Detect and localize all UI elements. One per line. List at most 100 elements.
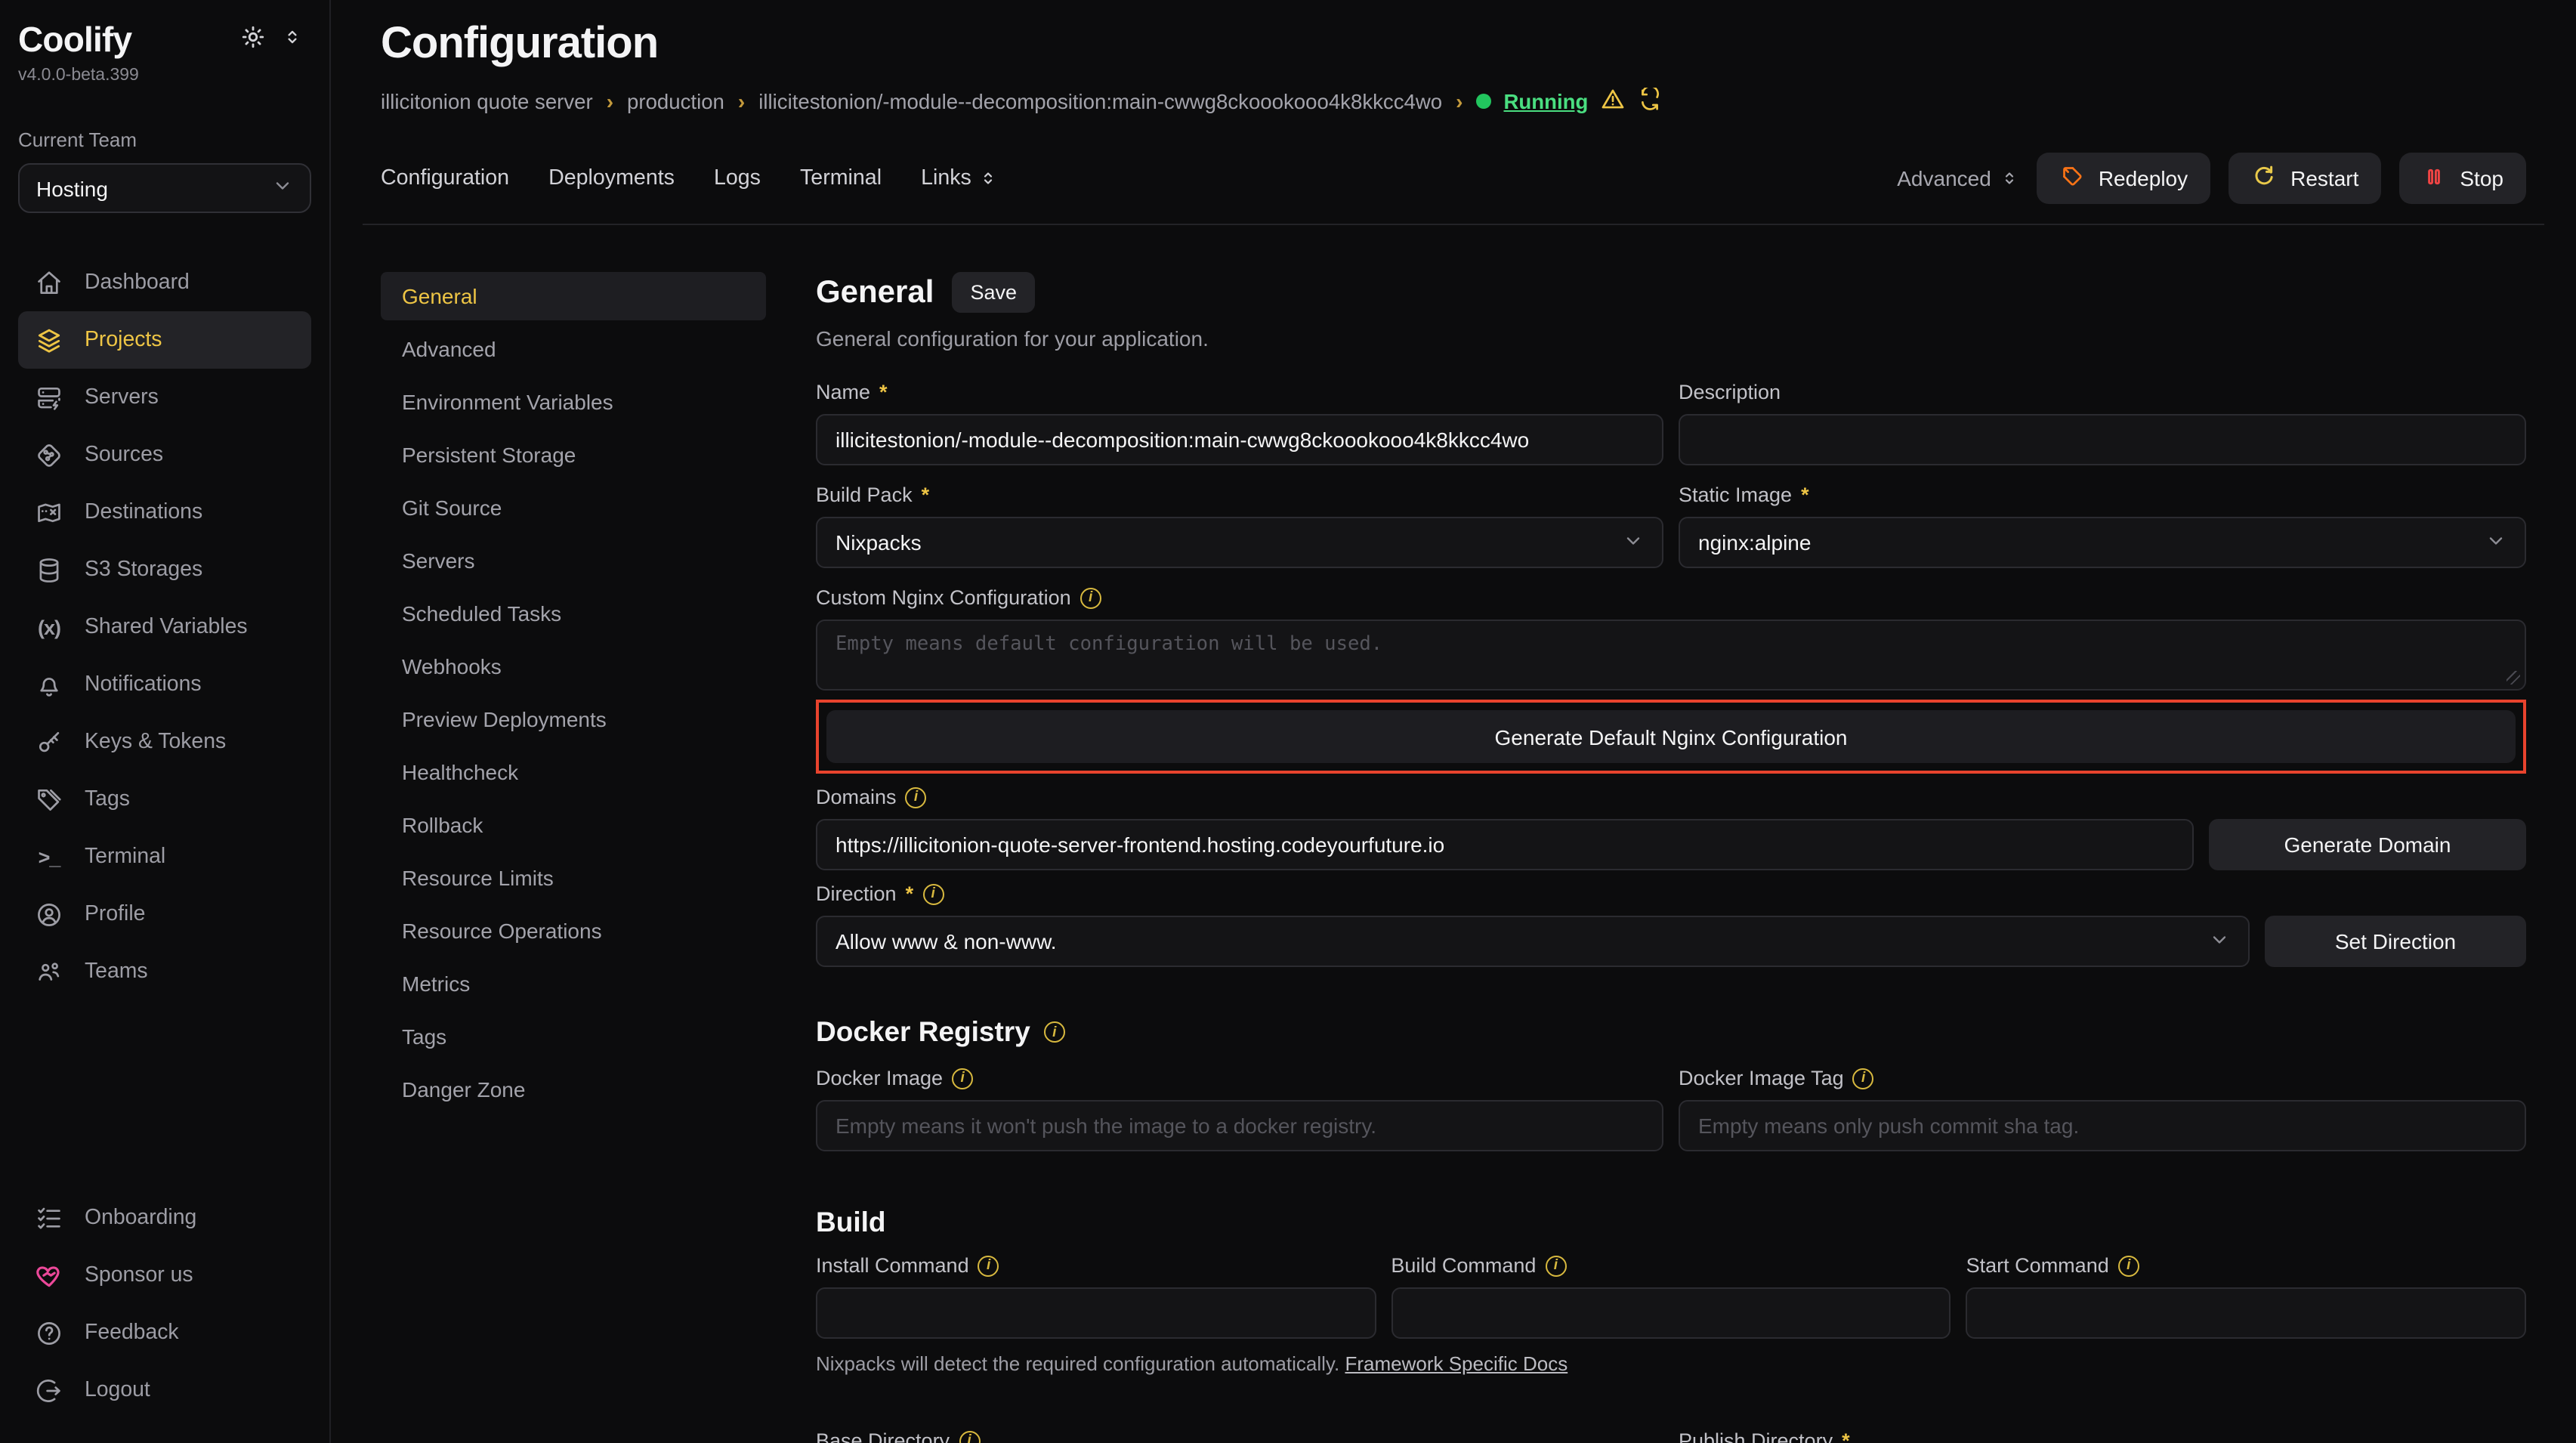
sidebar-item-projects[interactable]: Projects bbox=[18, 311, 311, 369]
build-command-input[interactable] bbox=[1391, 1287, 1951, 1339]
subnav-item-rollback[interactable]: Rollback bbox=[381, 801, 766, 849]
sidebar-item-label: Projects bbox=[85, 328, 162, 352]
resize-handle-icon[interactable] bbox=[2507, 671, 2520, 684]
chevron-down-icon bbox=[2209, 929, 2230, 954]
tab-configuration[interactable]: Configuration bbox=[381, 166, 509, 190]
info-icon: i bbox=[959, 1430, 980, 1443]
info-icon: i bbox=[978, 1255, 999, 1276]
generate-domain-button[interactable]: Generate Domain bbox=[2209, 819, 2526, 870]
warning-icon[interactable] bbox=[1600, 86, 1626, 116]
sidebar-item-logout[interactable]: Logout bbox=[18, 1361, 311, 1419]
main-area: Configuration illicitonion quote server … bbox=[331, 0, 2576, 1443]
map-icon bbox=[33, 498, 65, 527]
sidebar-item-feedback[interactable]: Feedback bbox=[18, 1304, 311, 1361]
status-indicator: Running bbox=[1477, 86, 1663, 116]
sidebar-item-teams[interactable]: Teams bbox=[18, 943, 311, 1000]
set-direction-button[interactable]: Set Direction bbox=[2265, 916, 2526, 967]
start-command-input[interactable] bbox=[1966, 1287, 2526, 1339]
tab-deployments[interactable]: Deployments bbox=[548, 166, 675, 190]
sidebar-item-tags[interactable]: Tags bbox=[18, 771, 311, 828]
subnav-item-servers[interactable]: Servers bbox=[381, 536, 766, 585]
sidebar-item-notifications[interactable]: Notifications bbox=[18, 656, 311, 713]
description-field: Description bbox=[1679, 381, 2526, 465]
subnav-item-git-source[interactable]: Git Source bbox=[381, 484, 766, 532]
subnav-item-danger-zone[interactable]: Danger Zone bbox=[381, 1065, 766, 1114]
sidebar-item-shared-variables[interactable]: (x) Shared Variables bbox=[18, 598, 311, 656]
sidebar-item-dashboard[interactable]: Dashboard bbox=[18, 254, 311, 311]
sidebar-item-profile[interactable]: Profile bbox=[18, 885, 311, 943]
subnav-item-general[interactable]: General bbox=[381, 272, 766, 320]
subnav-item-metrics[interactable]: Metrics bbox=[381, 959, 766, 1008]
general-section-header: General Save bbox=[816, 272, 2526, 313]
direction-select[interactable]: Allow www & non-www. bbox=[816, 916, 2250, 967]
subnav-item-resource-operations[interactable]: Resource Operations bbox=[381, 907, 766, 955]
theme-sun-icon[interactable] bbox=[240, 23, 266, 57]
sidebar-item-sponsor[interactable]: Sponsor us bbox=[18, 1247, 311, 1304]
build-pack-select[interactable]: Nixpacks bbox=[816, 517, 1663, 568]
tab-logs[interactable]: Logs bbox=[714, 166, 761, 190]
generate-nginx-config-button[interactable]: Generate Default Nginx Configuration bbox=[826, 710, 2516, 763]
breadcrumb-project[interactable]: illicitonion quote server bbox=[381, 90, 593, 113]
sidebar-item-keys-tokens[interactable]: Keys & Tokens bbox=[18, 713, 311, 771]
subnav-item-resource-limits[interactable]: Resource Limits bbox=[381, 854, 766, 902]
chevrons-up-down-icon bbox=[979, 169, 997, 187]
save-button[interactable]: Save bbox=[952, 272, 1035, 313]
sidebar-item-sources[interactable]: Sources bbox=[18, 426, 311, 484]
subnav-item-preview-deployments[interactable]: Preview Deployments bbox=[381, 695, 766, 743]
breadcrumb-application[interactable]: illicitestonion/-module--decomposition:m… bbox=[758, 90, 1442, 113]
nginx-config-textarea-wrap bbox=[816, 620, 2526, 691]
sidebar-item-label: Onboarding bbox=[85, 1206, 196, 1230]
redeploy-button[interactable]: Redeploy bbox=[2037, 153, 2210, 204]
annotation-highlight-box: Generate Default Nginx Configuration bbox=[816, 700, 2526, 774]
framework-docs-link[interactable]: Framework Specific Docs bbox=[1345, 1352, 1568, 1375]
install-command-input[interactable] bbox=[816, 1287, 1376, 1339]
sidebar-item-servers[interactable]: Servers bbox=[18, 369, 311, 426]
sidebar-item-terminal[interactable]: >_ Terminal bbox=[18, 828, 311, 885]
static-image-value: nginx:alpine bbox=[1698, 530, 1811, 555]
description-input[interactable] bbox=[1679, 414, 2526, 465]
direction-row: Allow www & non-www. Set Direction bbox=[816, 916, 2526, 967]
tab-links[interactable]: Links bbox=[921, 166, 997, 190]
subnav-item-healthcheck[interactable]: Healthcheck bbox=[381, 748, 766, 796]
general-form: General Save General configuration for y… bbox=[816, 272, 2526, 1443]
page-title: Configuration bbox=[381, 20, 2526, 70]
name-input[interactable] bbox=[816, 414, 1663, 465]
sidebar-item-destinations[interactable]: Destinations bbox=[18, 484, 311, 541]
subnav-item-environment-variables[interactable]: Environment Variables bbox=[381, 378, 766, 426]
domains-input[interactable] bbox=[816, 819, 2194, 870]
tab-terminal[interactable]: Terminal bbox=[800, 166, 882, 190]
subnav-item-persistent-storage[interactable]: Persistent Storage bbox=[381, 431, 766, 479]
team-select[interactable]: Hosting bbox=[18, 163, 311, 213]
direction-label: Direction * i bbox=[816, 882, 2526, 905]
breadcrumb-environment[interactable]: production bbox=[627, 90, 724, 113]
refresh-icon[interactable] bbox=[1638, 87, 1662, 116]
subnav-item-advanced[interactable]: Advanced bbox=[381, 325, 766, 373]
required-marker: * bbox=[1842, 1429, 1850, 1443]
sidebar-nav: Dashboard Projects Servers Sources bbox=[18, 254, 311, 1000]
chevrons-up-down-icon[interactable] bbox=[283, 26, 302, 54]
sidebar-item-onboarding[interactable]: Onboarding bbox=[18, 1189, 311, 1247]
direction-field: Direction * i Allow www & non-www. Set D… bbox=[816, 882, 2526, 967]
build-pack-field: Build Pack * Nixpacks bbox=[816, 484, 1663, 568]
subnav-item-scheduled-tasks[interactable]: Scheduled Tasks bbox=[381, 589, 766, 638]
status-badge[interactable]: Running bbox=[1504, 90, 1589, 113]
server-icon bbox=[33, 383, 65, 412]
docker-image-tag-input[interactable] bbox=[1679, 1100, 2526, 1151]
chevrons-up-down-icon bbox=[2000, 169, 2018, 187]
nginx-config-label: Custom Nginx Configuration i bbox=[816, 586, 2526, 609]
publish-directory-field: Publish Directory * bbox=[1679, 1429, 2526, 1443]
restart-button[interactable]: Restart bbox=[2229, 153, 2381, 204]
sidebar: Coolify v4.0.0-beta.399 Current Team Hos… bbox=[0, 0, 331, 1443]
static-image-select[interactable]: nginx:alpine bbox=[1679, 517, 2526, 568]
docker-image-input[interactable] bbox=[816, 1100, 1663, 1151]
subnav-item-webhooks[interactable]: Webhooks bbox=[381, 642, 766, 691]
nginx-config-textarea[interactable] bbox=[816, 620, 2526, 691]
info-icon: i bbox=[906, 786, 927, 808]
sidebar-item-label: Servers bbox=[85, 385, 159, 409]
sidebar-item-s3-storages[interactable]: S3 Storages bbox=[18, 541, 311, 598]
advanced-dropdown[interactable]: Advanced bbox=[1897, 166, 2018, 190]
stop-button[interactable]: Stop bbox=[2399, 153, 2526, 204]
toolbar: Configuration Deployments Logs Terminal … bbox=[381, 153, 2526, 204]
subnav-item-tags[interactable]: Tags bbox=[381, 1012, 766, 1061]
start-command-label: Start Command i bbox=[1966, 1254, 2526, 1277]
